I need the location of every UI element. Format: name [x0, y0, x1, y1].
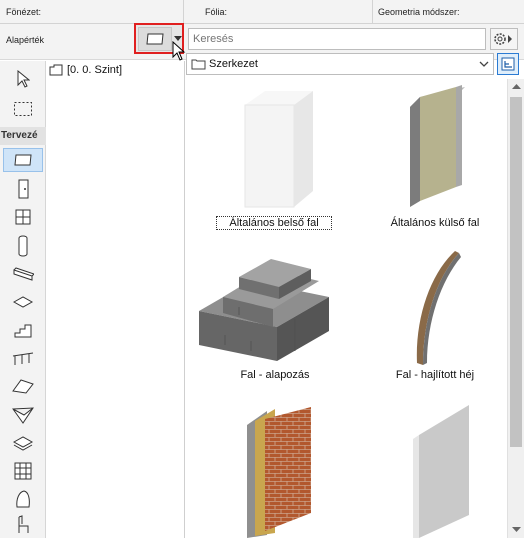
- object-tool[interactable]: [3, 513, 43, 537]
- door-tool[interactable]: [3, 177, 43, 201]
- tree-item-level[interactable]: [0. 0. Szint]: [49, 64, 122, 76]
- folder-select-value: Szerkezet: [209, 58, 258, 70]
- favorites-wall-button[interactable]: [138, 27, 172, 51]
- settings-button[interactable]: [490, 28, 518, 50]
- marquee-icon: [14, 102, 32, 116]
- search-input[interactable]: [188, 28, 486, 50]
- story-icon: [49, 64, 63, 76]
- curved-shell-thumbnail: [416, 251, 461, 365]
- tree-item-label: [0. 0. Szint]: [67, 64, 123, 76]
- chevron-down-icon: [479, 61, 489, 67]
- beam-tool[interactable]: [3, 262, 43, 286]
- wall-icon: [146, 33, 164, 45]
- arrow-icon: [17, 70, 30, 88]
- library-grid: Általános belső fal Általános külső fal …: [185, 79, 507, 538]
- toolbox-section-label: Tervezé: [0, 127, 46, 145]
- library-item[interactable]: Fal - alapozás: [195, 247, 355, 389]
- library-item-label: Általános belső fal: [216, 216, 332, 230]
- scroll-up-icon[interactable]: [512, 84, 521, 90]
- plain-wall-thumbnail: [413, 405, 469, 538]
- wall-tool[interactable]: [3, 148, 43, 172]
- marquee-tool[interactable]: [3, 97, 43, 121]
- railing-tool[interactable]: [3, 346, 43, 370]
- shell-tool[interactable]: [3, 403, 43, 427]
- folder-select[interactable]: Szerkezet: [186, 53, 494, 75]
- fonezet-label: Fönézet:: [6, 7, 42, 17]
- wall-icon: [14, 154, 32, 166]
- header-divider: [183, 0, 184, 24]
- folia-label: Fólia:: [205, 7, 228, 17]
- mesh-tool[interactable]: [3, 431, 43, 455]
- toolbox: Tervezé: [0, 61, 46, 538]
- window-tool[interactable]: [3, 205, 43, 229]
- brick-wall-thumbnail: [247, 407, 311, 538]
- library-item-label: Fal - hajlított héj: [395, 369, 475, 381]
- roof-tool[interactable]: [3, 374, 43, 398]
- arrow-tool[interactable]: [3, 67, 43, 91]
- toggle-tree-button[interactable]: [497, 53, 519, 75]
- library-scrollbar[interactable]: [507, 79, 524, 538]
- beam-icon: [13, 267, 34, 281]
- header-divider: [0, 23, 524, 24]
- exterior-wall-thumbnail: [410, 85, 465, 207]
- slab-tool[interactable]: [3, 290, 43, 314]
- interior-wall-thumbnail: [244, 91, 313, 208]
- column-icon: [18, 235, 28, 257]
- gear-icon: [494, 33, 512, 45]
- roof-icon: [12, 379, 34, 394]
- folder-tree: [0. 0. Szint]: [47, 61, 184, 538]
- door-icon: [18, 179, 29, 199]
- library-item[interactable]: [365, 399, 505, 538]
- library-item-label: Fal - alapozás: [240, 369, 310, 381]
- geometria-label: Geometria módszer:: [378, 7, 460, 17]
- library-item[interactable]: Fal - hajlított héj: [365, 247, 505, 389]
- alapertek-label: Alapérték: [6, 35, 45, 45]
- library-item-label: Általános külső fal: [390, 217, 480, 229]
- foundation-wall-thumbnail: [199, 259, 329, 361]
- chair-icon: [18, 515, 29, 533]
- morph-icon: [16, 490, 30, 508]
- stair-tool[interactable]: [3, 318, 43, 342]
- mouse-cursor-icon: [172, 41, 186, 61]
- tree-panel-icon: [501, 57, 515, 71]
- scroll-down-icon[interactable]: [512, 527, 521, 533]
- curtain-wall-icon: [14, 462, 32, 480]
- folder-icon: [191, 59, 206, 70]
- curtain-wall-tool[interactable]: [3, 459, 43, 483]
- stair-icon: [14, 324, 32, 338]
- slab-icon: [12, 296, 34, 308]
- morph-tool[interactable]: [3, 487, 43, 511]
- header-divider: [372, 0, 373, 24]
- library-item[interactable]: [205, 399, 345, 538]
- mesh-icon: [12, 436, 34, 451]
- window-icon: [15, 209, 31, 225]
- library-item[interactable]: Általános külső fal: [365, 83, 505, 233]
- railing-icon: [12, 352, 34, 365]
- scrollbar-thumb[interactable]: [510, 97, 522, 447]
- library-item[interactable]: Általános belső fal: [205, 83, 345, 233]
- shell-icon: [12, 407, 34, 424]
- column-tool[interactable]: [3, 234, 43, 258]
